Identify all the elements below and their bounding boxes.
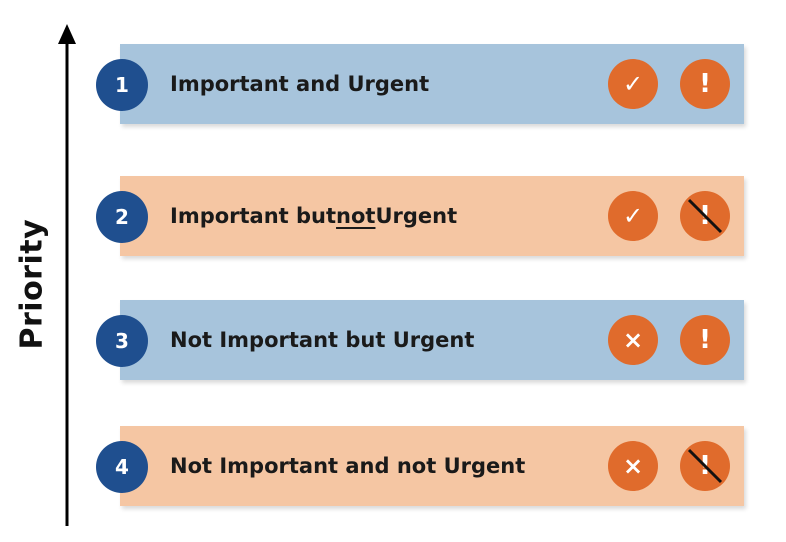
- level-number-badge: 1: [96, 59, 148, 111]
- strike-through-icon: [687, 198, 723, 234]
- level-number-badge: 4: [96, 441, 148, 493]
- level-number-badge: 3: [96, 315, 148, 367]
- priority-level-4: 4 Not Important and not Urgent × !: [96, 426, 744, 506]
- level-label: Important and Urgent: [170, 72, 430, 96]
- cross-icon: ×: [608, 315, 658, 365]
- exclamation-icon: !: [680, 59, 730, 109]
- priority-level-1: 1 Important and Urgent ✓ !: [96, 44, 744, 124]
- exclamation-icon: !: [680, 315, 730, 365]
- priority-axis-arrow: [58, 24, 76, 526]
- priority-axis-label: Priority: [14, 218, 50, 350]
- strike-through-icon: [687, 448, 723, 484]
- level-label: Important but not Urgent: [170, 204, 458, 228]
- cross-icon: ×: [608, 441, 658, 491]
- not-urgent-icon: !: [680, 441, 730, 491]
- level-label: Not Important and not Urgent: [170, 454, 526, 478]
- check-icon: ✓: [608, 59, 658, 109]
- priority-level-3: 3 Not Important but Urgent × !: [96, 300, 744, 380]
- level-label: Not Important but Urgent: [170, 328, 475, 352]
- level-number-badge: 2: [96, 191, 148, 243]
- check-icon: ✓: [608, 191, 658, 241]
- priority-level-2: 2 Important but not Urgent ✓ !: [96, 176, 744, 256]
- not-urgent-icon: !: [680, 191, 730, 241]
